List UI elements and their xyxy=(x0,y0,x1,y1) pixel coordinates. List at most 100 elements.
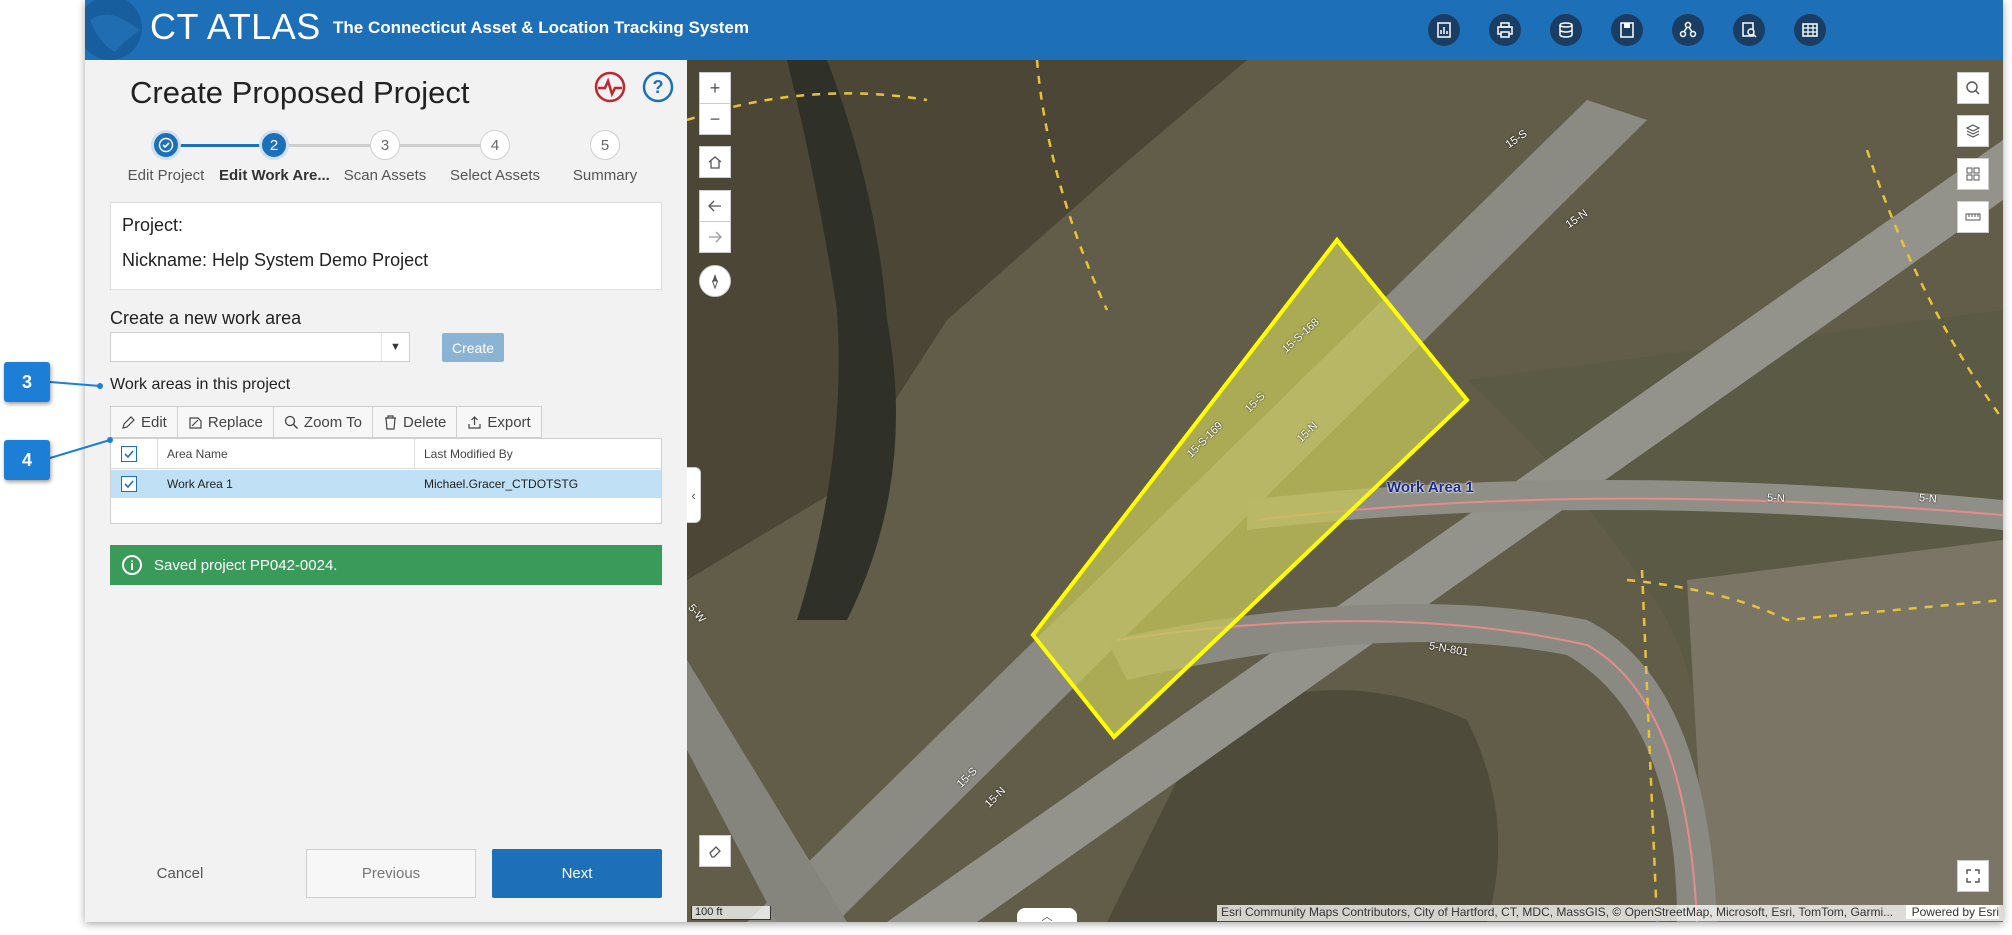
print-icon xyxy=(1497,22,1513,38)
compass-icon xyxy=(711,274,719,289)
print-button[interactable] xyxy=(1489,14,1521,46)
delete-label: Delete xyxy=(403,413,447,431)
row-checkbox[interactable] xyxy=(121,476,137,492)
create-project-panel: Create Proposed Project ? 2 3 4 5 Edit P… xyxy=(85,60,687,922)
table-icon xyxy=(1802,23,1818,37)
home-button[interactable] xyxy=(699,146,731,178)
layers-icon xyxy=(1965,124,1981,138)
chevron-down-icon[interactable]: ▼ xyxy=(381,333,409,361)
replace-button[interactable]: Replace xyxy=(176,406,274,438)
area-name-cell: Work Area 1 xyxy=(167,477,233,491)
app-title: CT ATLAS xyxy=(150,6,321,47)
attribution-text: Esri Community Maps Contributors, City o… xyxy=(1221,905,1894,919)
activity-pulse-icon[interactable] xyxy=(593,70,627,104)
save-icon xyxy=(1620,22,1634,38)
delete-button[interactable]: Delete xyxy=(372,406,458,438)
basemap-gallery-button[interactable] xyxy=(1957,158,1989,190)
step-1-circle[interactable] xyxy=(151,130,181,160)
collapse-panel-button[interactable]: ‹ xyxy=(687,467,701,523)
arrow-left-icon xyxy=(708,200,721,212)
step-4-label: Select Assets xyxy=(449,167,541,184)
zoom-to-button[interactable]: Zoom To xyxy=(272,406,373,438)
work-area-label: Work Area 1 xyxy=(1387,479,1474,496)
step-2-circle[interactable]: 2 xyxy=(259,130,289,160)
scale-bar: 100 ft xyxy=(691,906,771,920)
report-button[interactable] xyxy=(1428,14,1460,46)
report-icon xyxy=(1437,22,1451,38)
step-3-label: Scan Assets xyxy=(343,167,427,184)
zoom-out-button[interactable]: − xyxy=(699,103,731,135)
work-area-type-combo[interactable]: ▼ xyxy=(110,332,410,362)
toast-message: Saved project PP042-0024. xyxy=(154,556,338,574)
road-label: 5-N xyxy=(1766,492,1786,505)
export-icon xyxy=(468,415,481,429)
database-button[interactable] xyxy=(1550,14,1582,46)
checkmark-icon xyxy=(124,480,134,489)
map-attribution: Esri Community Maps Contributors, City o… xyxy=(1217,905,2003,921)
info-icon: i xyxy=(122,555,142,575)
column-area-name[interactable]: Area Name xyxy=(167,439,228,468)
replace-label: Replace xyxy=(207,413,263,431)
arrow-right-icon xyxy=(709,231,722,243)
cancel-button[interactable]: Cancel xyxy=(130,849,230,897)
powered-by-esri[interactable]: Powered by Esri xyxy=(1905,905,1999,919)
step-4-circle[interactable]: 4 xyxy=(480,130,510,160)
search-document-button[interactable] xyxy=(1733,14,1765,46)
home-icon xyxy=(708,156,722,169)
expand-bottom-button[interactable]: ︿ xyxy=(1017,908,1077,922)
callout-marker: 4 xyxy=(4,440,50,480)
create-button[interactable]: Create xyxy=(442,333,504,362)
layers-button[interactable] xyxy=(1957,115,1989,147)
aerial-imagery xyxy=(687,60,2003,922)
previous-button[interactable]: Previous xyxy=(306,849,476,898)
step-5-circle[interactable]: 5 xyxy=(590,130,620,160)
new-work-area-label: Create a new work area xyxy=(110,308,302,328)
map-search-button[interactable] xyxy=(1957,72,1989,104)
help-icon[interactable]: ? xyxy=(641,70,675,104)
edit-label: Edit xyxy=(141,413,167,431)
grid-icon xyxy=(1966,167,1980,181)
compass-button[interactable] xyxy=(699,265,731,297)
step-1-label: Edit Project xyxy=(127,167,205,184)
network-button[interactable] xyxy=(1672,14,1704,46)
success-toast: i Saved project PP042-0024. xyxy=(110,545,662,585)
column-divider xyxy=(414,439,415,469)
checkmark-icon xyxy=(124,449,134,458)
select-all-checkbox[interactable] xyxy=(121,445,137,462)
save-button[interactable] xyxy=(1611,14,1643,46)
edit-button[interactable]: Edit xyxy=(110,406,178,438)
chevron-left-icon: ‹ xyxy=(691,487,696,503)
database-icon xyxy=(1559,22,1573,38)
pencil-icon xyxy=(122,415,135,429)
export-button[interactable]: Export xyxy=(456,406,542,438)
column-last-modified[interactable]: Last Modified By xyxy=(424,439,513,468)
table-row[interactable]: Work Area 1 Michael.Gracer_CTDOTSTG xyxy=(111,470,661,498)
fullscreen-button[interactable] xyxy=(1957,860,1989,892)
step-5-label: Summary xyxy=(572,167,638,184)
measure-button[interactable] xyxy=(1957,201,1989,233)
map-view[interactable]: Work Area 1 15-S 15-N 15-S-168 5-N 5-N-8… xyxy=(687,60,2003,922)
app-window: CT ATLAS The Connecticut Asset & Locatio… xyxy=(85,0,2003,922)
previous-extent-button[interactable] xyxy=(699,190,731,222)
search-icon xyxy=(1966,81,1980,95)
sketch-button[interactable] xyxy=(699,835,731,867)
chevron-up-icon: ︿ xyxy=(1041,911,1053,922)
step-3-circle[interactable]: 3 xyxy=(370,130,400,160)
work-areas-table: Area Name Last Modified By Work Area 1 M… xyxy=(110,438,662,524)
next-extent-button[interactable] xyxy=(699,221,731,253)
project-info-box: Project: Nickname: Help System Demo Proj… xyxy=(110,202,662,290)
row-select-cell xyxy=(121,470,137,498)
eraser-icon xyxy=(709,846,721,858)
svg-text:?: ? xyxy=(653,77,664,97)
globe-logo-icon xyxy=(85,0,142,60)
callout-marker: 3 xyxy=(4,362,50,402)
magnifier-icon xyxy=(284,415,298,429)
zoom-in-button[interactable]: + xyxy=(699,72,731,104)
table-header: Area Name Last Modified By xyxy=(111,439,661,469)
next-button[interactable]: Next xyxy=(492,849,662,898)
fullscreen-icon xyxy=(1966,869,1980,883)
table-button[interactable] xyxy=(1794,14,1826,46)
ruler-icon xyxy=(1965,213,1981,221)
project-label: Project: xyxy=(122,215,184,235)
column-divider xyxy=(157,439,158,469)
